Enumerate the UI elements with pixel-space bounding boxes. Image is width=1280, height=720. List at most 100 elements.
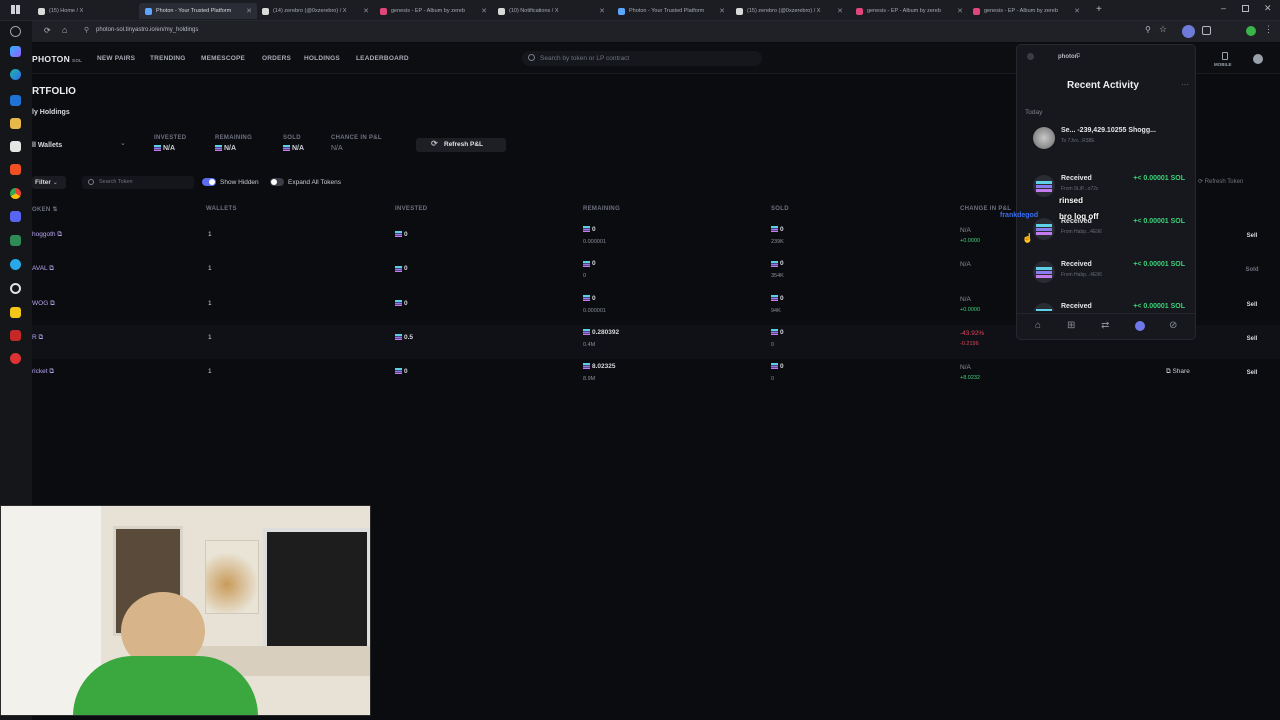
- discord-icon[interactable]: [10, 211, 21, 222]
- share-button[interactable]: ⧉ Share: [1166, 368, 1190, 376]
- nav-new-pairs[interactable]: NEW PAIRS: [97, 55, 135, 62]
- activity-item[interactable]: Se... -239,429.10255 Shogg... To 7Jvx...…: [1025, 123, 1189, 159]
- pnl-value: N/A: [960, 227, 971, 234]
- profile-icon[interactable]: [1246, 26, 1256, 36]
- filter-button[interactable]: Filter ⌄: [32, 176, 66, 189]
- zoom-icon[interactable]: ⚲: [1145, 25, 1151, 34]
- sell-button[interactable]: Sell: [1240, 367, 1264, 379]
- favorite-star-icon[interactable]: ☆: [1159, 24, 1167, 35]
- folder-icon[interactable]: [10, 118, 21, 129]
- sell-button[interactable]: Sell: [1240, 333, 1264, 345]
- edge-icon[interactable]: [10, 69, 21, 80]
- expand-all-toggle[interactable]: [270, 178, 284, 186]
- search-icon[interactable]: [10, 26, 21, 37]
- windows-icon[interactable]: [11, 5, 20, 14]
- chevron-down-icon: ⌄: [52, 180, 58, 186]
- token-name[interactable]: AVAL ⧉: [32, 265, 54, 273]
- browser-tab[interactable]: (15) zerebro (@0xzerebro) / X ✕: [730, 3, 848, 19]
- extension-photon-icon[interactable]: [1182, 25, 1195, 38]
- refresh-token-button[interactable]: ⟳ Refresh Token: [1198, 178, 1243, 185]
- activity-item[interactable]: Received From Habp...4E96 +< 0.00001 SOL: [1025, 214, 1189, 250]
- mobile-label[interactable]: MOBILE: [1214, 62, 1232, 67]
- menu-dots-icon[interactable]: ⋮: [1264, 24, 1273, 35]
- copy-icon[interactable]: ⧉: [1076, 53, 1080, 60]
- grid-icon[interactable]: ⊞: [1067, 320, 1075, 331]
- app-icon[interactable]: [10, 235, 21, 246]
- close-tab-icon[interactable]: ✕: [599, 7, 605, 15]
- swap-icon[interactable]: ⇄: [1101, 320, 1109, 331]
- nav-orders[interactable]: ORDERS: [262, 55, 291, 62]
- close-tab-icon[interactable]: ✕: [957, 7, 963, 15]
- refresh-icon[interactable]: ⟳: [44, 26, 51, 35]
- notes-icon[interactable]: [10, 307, 21, 318]
- genius-icon: [856, 7, 863, 15]
- summary-remaining: REMAINING N/A: [215, 135, 252, 152]
- panel-menu-icon[interactable]: ⋯: [1181, 80, 1189, 89]
- telegram-icon[interactable]: [10, 259, 21, 270]
- sol-icon: [771, 363, 778, 370]
- close-window-icon[interactable]: ✕: [1264, 3, 1272, 14]
- refresh-icon: ⟳: [1198, 179, 1204, 185]
- nav-memescope[interactable]: MEMESCOPE: [201, 55, 245, 62]
- browser-tab[interactable]: genesis - EP - Album by zereb ✕: [850, 3, 968, 19]
- x-icon: [38, 7, 45, 15]
- address-text[interactable]: photon-sol.tinyastro.io/en/my_holdings: [96, 27, 198, 33]
- brave-icon[interactable]: [10, 164, 21, 175]
- sell-button[interactable]: Sell: [1240, 230, 1264, 242]
- file-icon[interactable]: [10, 141, 21, 152]
- compass-icon[interactable]: ⊘: [1169, 320, 1177, 331]
- token-name[interactable]: WOG ⧉: [32, 300, 55, 308]
- show-hidden-toggle[interactable]: [202, 178, 216, 186]
- tab-my-holdings[interactable]: ly Holdings: [32, 109, 70, 116]
- close-tab-icon[interactable]: ✕: [363, 7, 369, 15]
- close-tab-icon[interactable]: ✕: [719, 7, 725, 15]
- browser-tab[interactable]: Photon - Your Trusted Platform ✕: [139, 3, 257, 19]
- search-input[interactable]: Search by token or LP contract: [522, 51, 762, 66]
- devil-icon[interactable]: [10, 330, 21, 341]
- close-tab-icon[interactable]: ✕: [246, 7, 252, 15]
- browser-tab[interactable]: (10) Notifications / X ✕: [492, 3, 610, 19]
- browser-tab[interactable]: genesis - EP - Album by zereb ✕: [374, 3, 492, 19]
- home-icon[interactable]: ⌂: [1035, 320, 1041, 331]
- refresh-pnl-button[interactable]: ⟳ Refresh P&L: [416, 138, 506, 152]
- home-icon[interactable]: ⌂: [62, 25, 67, 35]
- close-tab-icon[interactable]: ✕: [837, 7, 843, 15]
- invested-value: 0.5: [404, 333, 414, 341]
- copilot-icon[interactable]: [10, 46, 21, 57]
- search-token-input[interactable]: Search Token: [82, 176, 194, 189]
- site-info-icon[interactable]: ⚲: [84, 26, 89, 34]
- close-tab-icon[interactable]: ✕: [1074, 7, 1080, 15]
- browser-tab[interactable]: (14) zerebro (@0xzerebro) / X ✕: [256, 3, 374, 19]
- token-name[interactable]: hoggoth ⧉: [32, 231, 62, 239]
- browser-tab[interactable]: Photon - Your Trusted Platform ✕: [612, 3, 730, 19]
- mobile-icon[interactable]: [1222, 52, 1228, 60]
- wallet-selector[interactable]: ll Wallets ⌄: [32, 140, 128, 152]
- sell-button[interactable]: Sell: [1240, 299, 1264, 311]
- activity-item[interactable]: Received From 9LiP...o72c +< 0.00001 SOL: [1025, 171, 1189, 207]
- photon-logo[interactable]: PHOTON SOL: [32, 54, 82, 64]
- app-icon-2[interactable]: [10, 283, 21, 294]
- activity-item[interactable]: Received +< 0.00001 SOL: [1025, 299, 1189, 311]
- new-tab-icon[interactable]: +: [1096, 4, 1102, 15]
- outlook-icon[interactable]: [10, 95, 21, 106]
- user-avatar-icon[interactable]: [1253, 54, 1263, 64]
- share-icon: ⧉: [1166, 368, 1171, 376]
- activity-item[interactable]: Received From Habp...4E96 +< 0.00001 SOL: [1025, 257, 1189, 293]
- nav-trending[interactable]: TRENDING: [150, 55, 186, 62]
- token-name[interactable]: R ⧉: [32, 334, 43, 342]
- record-icon[interactable]: [10, 353, 21, 364]
- cursor-hand-icon: ☝: [1022, 233, 1034, 243]
- close-tab-icon[interactable]: ✕: [481, 7, 487, 15]
- table-row[interactable]: ricket ⧉ 1 0 8.02325 8.9M 0 0 N/A +8.023…: [32, 359, 1280, 393]
- nav-leaderboard[interactable]: LEADERBOARD: [356, 55, 409, 62]
- maximize-icon[interactable]: [1242, 5, 1249, 12]
- history-icon[interactable]: [1135, 321, 1145, 331]
- browser-tab[interactable]: genesis - EP - Album by zereb ✕: [967, 3, 1085, 19]
- token-name[interactable]: ricket ⧉: [32, 368, 54, 376]
- extensions-icon[interactable]: [1202, 26, 1211, 35]
- browser-tab[interactable]: (15) Home / X✕: [32, 3, 150, 19]
- nav-holdings[interactable]: HOLDINGS: [304, 55, 340, 62]
- minimize-icon[interactable]: –: [1221, 3, 1226, 13]
- chrome-icon[interactable]: [10, 188, 21, 199]
- col-token[interactable]: OKEN ⇅: [32, 206, 58, 213]
